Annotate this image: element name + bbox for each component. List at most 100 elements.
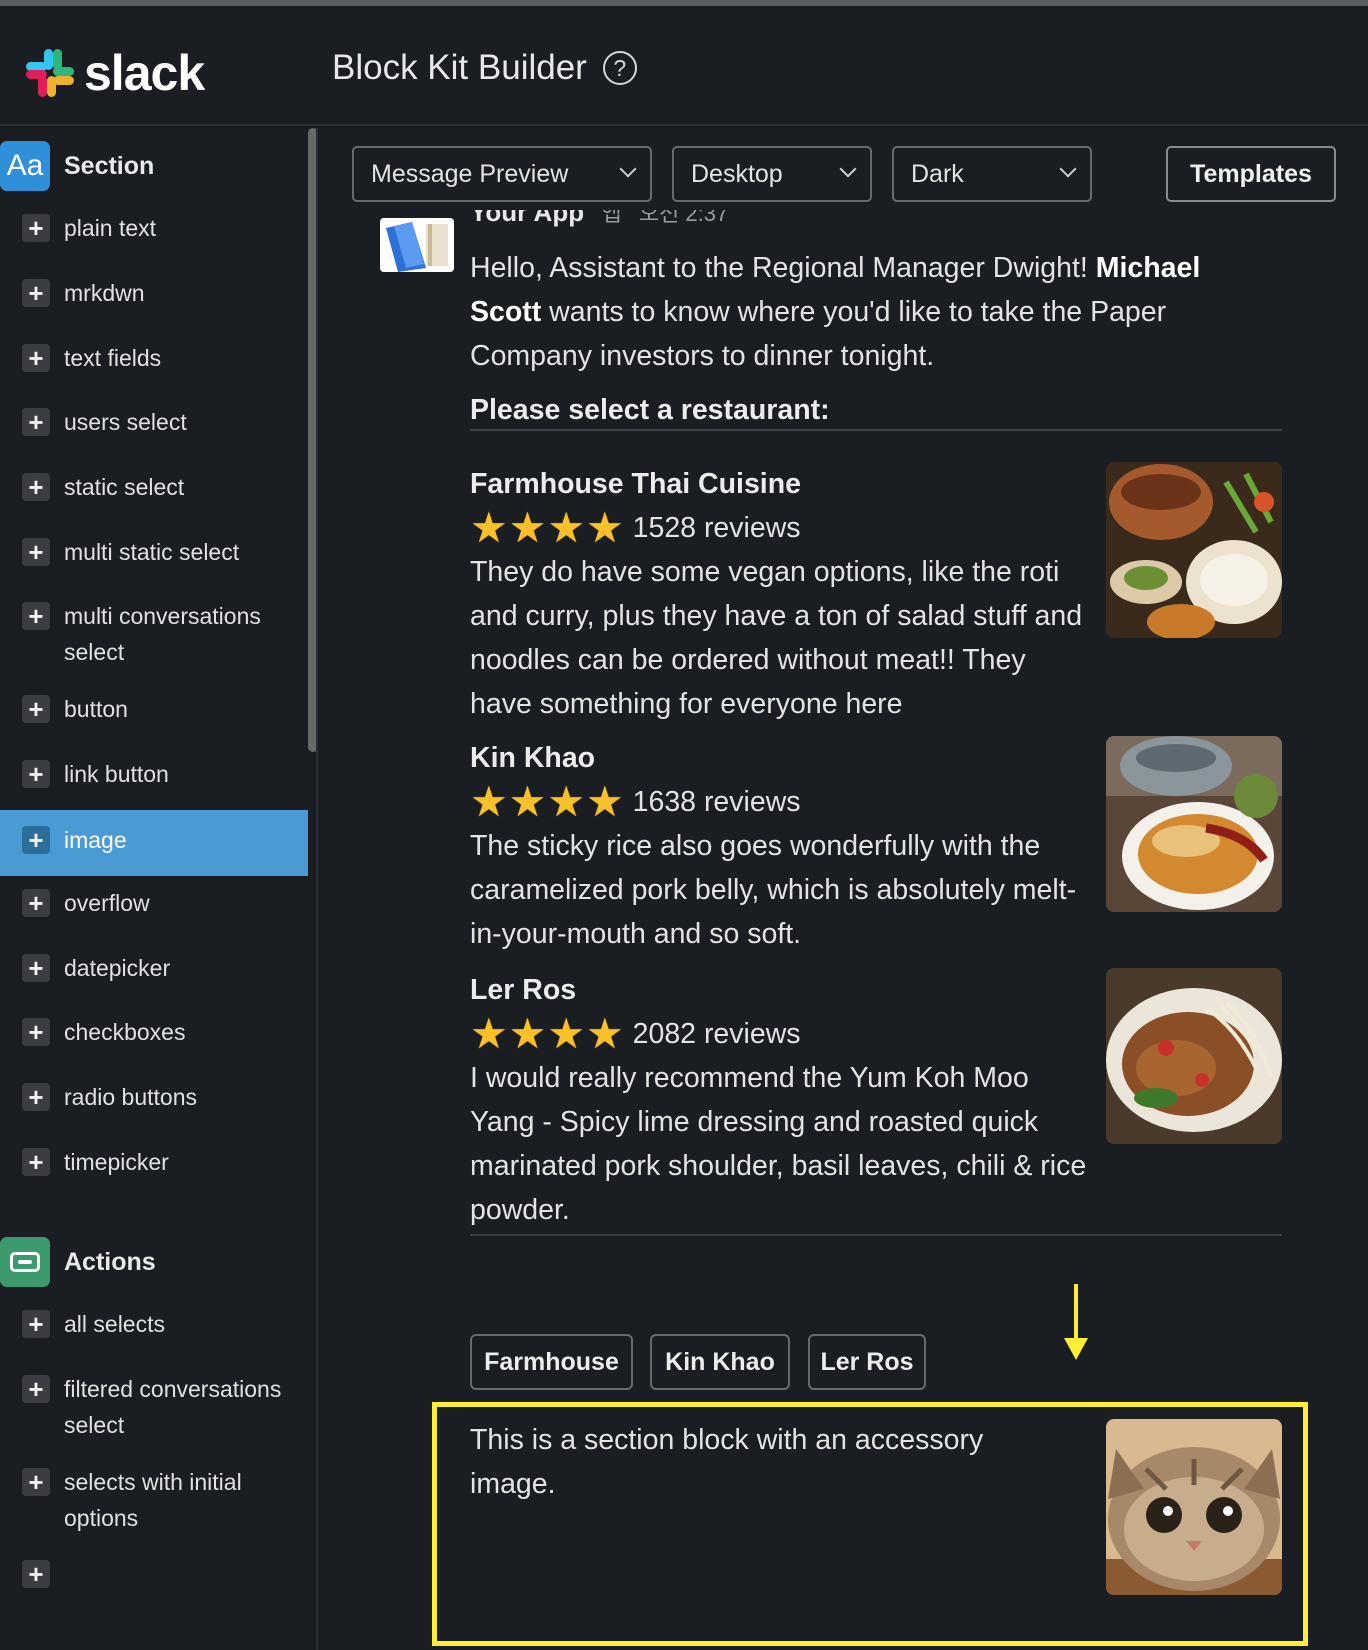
sidebar-item-filtered-conversations-select[interactable]: + filtered conversations select [0,1375,308,1459]
sidebar-item-radio-buttons[interactable]: + radio buttons [0,1083,308,1133]
preview-mode-dropdown[interactable]: Message Preview [352,146,652,202]
star-icon: ★ [508,778,547,825]
star-icon: ★ [585,778,624,825]
star-icon: ★ [508,504,547,551]
sidebar-item-label: users select [64,409,187,435]
sidebar-item-link-button[interactable]: + link button [0,760,308,810]
sidebar-item-label: multi conversations select [64,603,261,665]
add-icon: + [22,1560,50,1588]
add-icon: + [22,1468,50,1496]
add-icon: + [22,889,50,917]
star-icon: ★ [470,1010,508,1057]
select-prompt: Please select a restaurant: [470,394,830,426]
sidebar-item-checkboxes[interactable]: + checkboxes [0,1018,308,1068]
app-name[interactable]: Your App [470,210,584,227]
device-value: Desktop [691,159,783,188]
sidebar-item-selects-with-initial-options[interactable]: + selects with initial options [0,1468,308,1552]
restaurant-section: Kin Khao ★ ★ ★ ★ 1638 reviews The sticky ri… [470,736,1090,956]
add-icon: + [22,1083,50,1111]
sidebar-item-users-select[interactable]: + users select [0,408,308,458]
app-badge: 앱 [601,210,622,226]
star-icon: ★ [470,504,508,551]
add-icon: + [22,1310,50,1338]
slack-logo[interactable]: slack [26,44,205,102]
ler-ros-button[interactable]: Ler Ros [808,1334,926,1390]
star-icon: ★ [547,778,585,825]
app-avatar[interactable] [380,218,454,272]
sidebar-item-multi-conversations-select[interactable]: + multi conversations select [0,602,308,686]
add-icon: + [22,760,50,788]
rating-row: ★ ★ ★ ★ 1528 reviews [470,506,1090,550]
add-icon: + [22,1018,50,1046]
theme-value: Dark [911,159,964,188]
sidebar-item-label: text fields [64,345,162,371]
chevron-down-icon [619,160,637,178]
sidebar-item-multi-static-select[interactable]: + multi static select [0,538,308,588]
review-count: 2082 reviews [632,1017,801,1050]
restaurant-description: The sticky rice also goes wonderfully wi… [470,830,1077,950]
sidebar-item-button[interactable]: + button [0,695,308,745]
slack-logo-text: slack [84,45,205,101]
add-icon: + [22,826,50,854]
message-text-part: Hello, Assistant to the Regional Manager… [470,252,1096,284]
restaurant-section: Ler Ros ★ ★ ★ ★ 2082 reviews I would really… [470,968,1090,1232]
sidebar-item-plain-text[interactable]: + plain text [0,214,308,264]
add-icon: + [22,538,50,566]
farmhouse-button[interactable]: Farmhouse [470,1334,633,1390]
theme-dropdown[interactable]: Dark [892,146,1092,202]
sidebar-item-image[interactable]: + image [0,810,308,876]
sidebar-item-label: datepicker [64,955,171,981]
sidebar-item-label: plain text [64,215,157,241]
sidebar-item-static-select[interactable]: + static select [0,473,308,523]
actions-category-icon [0,1237,50,1287]
sidebar-item-overflow[interactable]: + overflow [0,889,308,939]
sidebar-item-label: multi static select [64,539,240,565]
sidebar-item-label: filtered conversations select [64,1376,282,1438]
message-timestamp[interactable]: 오전 2:37 [639,210,728,226]
add-icon: + [22,408,50,436]
sidebar-item-mrkdwn[interactable]: + mrkdwn [0,279,308,329]
sidebar-item-text-fields[interactable]: + text fields [0,344,308,394]
category-section: Aa Section [0,138,154,194]
add-icon: + [22,473,50,501]
accessory-image[interactable] [1106,1419,1282,1595]
sidebar-item-label: image [64,827,127,853]
page-title-text: Block Kit Builder [332,48,587,87]
restaurant-name: Kin Khao [470,742,596,774]
section-category-icon: Aa [0,141,50,191]
block-sidebar[interactable]: Aa Section + plain text + mrkdwn + text … [0,128,318,1650]
device-dropdown[interactable]: Desktop [672,146,872,202]
star-icon: ★ [547,1010,585,1057]
sidebar-item-label: selects with initial options [64,1469,242,1531]
restaurant-name: Farmhouse Thai Cuisine [470,468,801,500]
message-text-part: wants to know where you'd like to take t… [470,296,1167,372]
templates-button[interactable]: Templates [1166,146,1336,202]
restaurant-image[interactable] [1106,968,1282,1144]
star-icon: ★ [508,1010,547,1057]
review-count: 1528 reviews [632,511,801,544]
add-icon: + [22,1148,50,1176]
sidebar-item-label: static select [64,474,185,500]
star-icon: ★ [470,778,508,825]
annotation-arrow [1074,1284,1078,1344]
restaurant-image[interactable] [1106,462,1282,638]
restaurant-image[interactable] [1106,736,1282,912]
sidebar-item-label: link button [64,761,169,787]
kin-khao-button[interactable]: Kin Khao [650,1334,790,1390]
sidebar-item-label: timepicker [64,1149,169,1175]
help-icon[interactable]: ? [602,51,637,85]
add-icon: + [22,214,50,242]
chevron-down-icon [839,160,857,178]
review-count: 1638 reviews [632,785,801,818]
sidebar-item-all-selects[interactable]: + all selects [0,1310,308,1360]
chevron-down-icon [1059,160,1077,178]
restaurant-name: Ler Ros [470,974,577,1006]
add-icon: + [22,954,50,982]
add-icon: + [22,602,50,630]
sidebar-item-timepicker[interactable]: + timepicker [0,1148,308,1198]
sidebar-item-partial[interactable]: + [0,1560,308,1590]
add-icon: + [22,344,50,372]
restaurant-description: I would really recommend the Yum Koh Moo… [470,1062,1087,1226]
sidebar-scrollbar[interactable] [308,128,316,752]
sidebar-item-datepicker[interactable]: + datepicker [0,954,308,1004]
